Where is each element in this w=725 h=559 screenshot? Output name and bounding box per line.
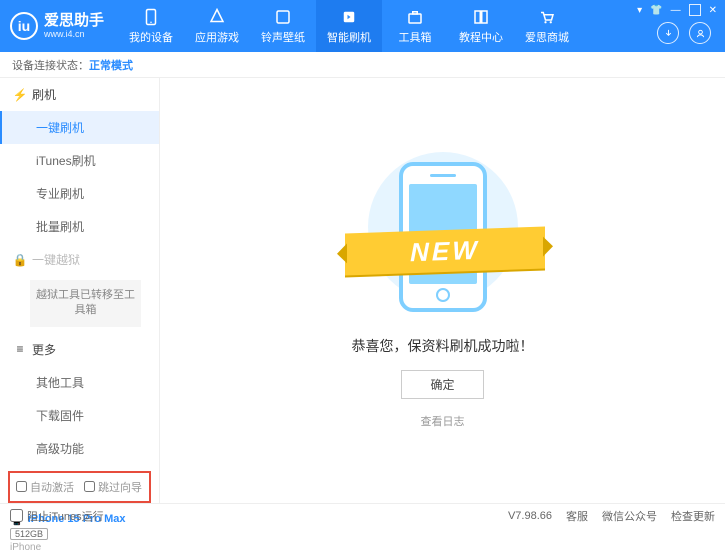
nav-label: 铃声壁纸 — [261, 29, 305, 45]
nav-label: 教程中心 — [459, 29, 503, 45]
success-illustration: NEW — [353, 152, 533, 322]
auto-activate-checkbox[interactable]: 自动激活 — [16, 479, 74, 495]
skin-icon[interactable]: 👕 — [650, 5, 662, 16]
sidebar-item-onekey-flash[interactable]: 一键刷机 — [0, 111, 159, 144]
app-header: iu 爱思助手 www.i4.cn 我的设备 应用游戏 铃声壁纸 智能刷机 工具… — [0, 0, 725, 52]
section-label: 一键越狱 — [32, 251, 80, 268]
download-button[interactable] — [657, 22, 679, 44]
nav-store[interactable]: 爱思商城 — [514, 0, 580, 52]
brand-logo: iu 爱思助手 www.i4.cn — [0, 12, 118, 40]
sidebar-item-batch-flash[interactable]: 批量刷机 — [0, 210, 159, 243]
nav-label: 爱思商城 — [525, 29, 569, 45]
section-label: 刷机 — [32, 86, 56, 103]
sidebar-item-download-firmware[interactable]: 下载固件 — [0, 399, 159, 432]
header-action-buttons — [657, 22, 711, 44]
version-label: V7.98.66 — [508, 510, 552, 522]
device-storage: 512GB — [10, 528, 48, 540]
maximize-icon[interactable] — [689, 4, 701, 16]
phone-icon — [142, 8, 160, 26]
status-value: 正常模式 — [89, 57, 133, 73]
wallpaper-icon — [274, 8, 292, 26]
nav-ringtone[interactable]: 铃声壁纸 — [250, 0, 316, 52]
nav-label: 我的设备 — [129, 29, 173, 45]
nav-flash[interactable]: 智能刷机 — [316, 0, 382, 52]
nav-label: 智能刷机 — [327, 29, 371, 45]
section-label: 更多 — [32, 341, 56, 358]
status-label: 设备连接状态： — [12, 57, 89, 73]
sidebar-section-more[interactable]: ≡ 更多 — [0, 333, 159, 366]
block-itunes-checkbox[interactable]: 阻止iTunes运行 — [10, 508, 104, 524]
logo-icon: iu — [10, 12, 38, 40]
sidebar-section-jailbreak[interactable]: 🔒 一键越狱 — [0, 243, 159, 276]
lock-icon: 🔒 — [14, 254, 26, 266]
checkbox-label: 跳过向导 — [98, 479, 142, 495]
nav-app-games[interactable]: 应用游戏 — [184, 0, 250, 52]
ok-button[interactable]: 确定 — [401, 370, 483, 399]
menu-icon[interactable]: ▾ — [637, 5, 642, 16]
nav-label: 应用游戏 — [195, 29, 239, 45]
sidebar-item-itunes-flash[interactable]: iTunes刷机 — [0, 144, 159, 177]
options-highlight-box: 自动激活 跳过向导 — [8, 471, 151, 503]
app-icon — [208, 8, 226, 26]
minimize-icon[interactable]: — — [671, 5, 681, 16]
footer-link-support[interactable]: 客服 — [566, 508, 588, 524]
top-nav: 我的设备 应用游戏 铃声壁纸 智能刷机 工具箱 教程中心 爱思商城 — [118, 0, 580, 52]
checkbox-label: 阻止iTunes运行 — [27, 508, 104, 524]
nav-toolbox[interactable]: 工具箱 — [382, 0, 448, 52]
sidebar-item-advanced[interactable]: 高级功能 — [0, 432, 159, 465]
device-type: iPhone — [10, 542, 149, 553]
sidebar-item-other-tools[interactable]: 其他工具 — [0, 366, 159, 399]
skip-guide-checkbox[interactable]: 跳过向导 — [84, 479, 142, 495]
close-icon[interactable]: ✕ — [709, 5, 717, 16]
nav-label: 工具箱 — [399, 29, 432, 45]
view-log-link[interactable]: 查看日志 — [421, 413, 465, 429]
cart-icon — [538, 8, 556, 26]
sidebar: ⚡ 刷机 一键刷机 iTunes刷机 专业刷机 批量刷机 🔒 一键越狱 越狱工具… — [0, 78, 160, 503]
flash-section-icon: ⚡ — [14, 89, 26, 101]
more-icon: ≡ — [14, 343, 26, 355]
body-area: ⚡ 刷机 一键刷机 iTunes刷机 专业刷机 批量刷机 🔒 一键越狱 越狱工具… — [0, 78, 725, 503]
window-controls: ▾ 👕 — ✕ — [637, 4, 717, 16]
user-button[interactable] — [689, 22, 711, 44]
success-message: 恭喜您，保资料刷机成功啦！ — [352, 336, 534, 356]
footer-link-wechat[interactable]: 微信公众号 — [602, 508, 657, 524]
toolbox-icon — [406, 8, 424, 26]
main-panel: NEW 恭喜您，保资料刷机成功啦！ 确定 查看日志 — [160, 78, 725, 503]
brand-url: www.i4.cn — [44, 29, 104, 39]
jailbreak-moved-note[interactable]: 越狱工具已转移至工具箱 — [30, 280, 141, 327]
sidebar-item-pro-flash[interactable]: 专业刷机 — [0, 177, 159, 210]
nav-my-device[interactable]: 我的设备 — [118, 0, 184, 52]
footer-bar: 阻止iTunes运行 V7.98.66 客服 微信公众号 检查更新 — [0, 503, 725, 527]
device-status-bar: 设备连接状态： 正常模式 — [0, 52, 725, 78]
sidebar-section-flash[interactable]: ⚡ 刷机 — [0, 78, 159, 111]
checkbox-label: 自动激活 — [30, 479, 74, 495]
flash-icon — [340, 8, 358, 26]
new-ribbon: NEW — [345, 227, 545, 276]
nav-tutorial[interactable]: 教程中心 — [448, 0, 514, 52]
brand-name: 爱思助手 — [44, 13, 104, 30]
footer-link-update[interactable]: 检查更新 — [671, 508, 715, 524]
book-icon — [472, 8, 490, 26]
